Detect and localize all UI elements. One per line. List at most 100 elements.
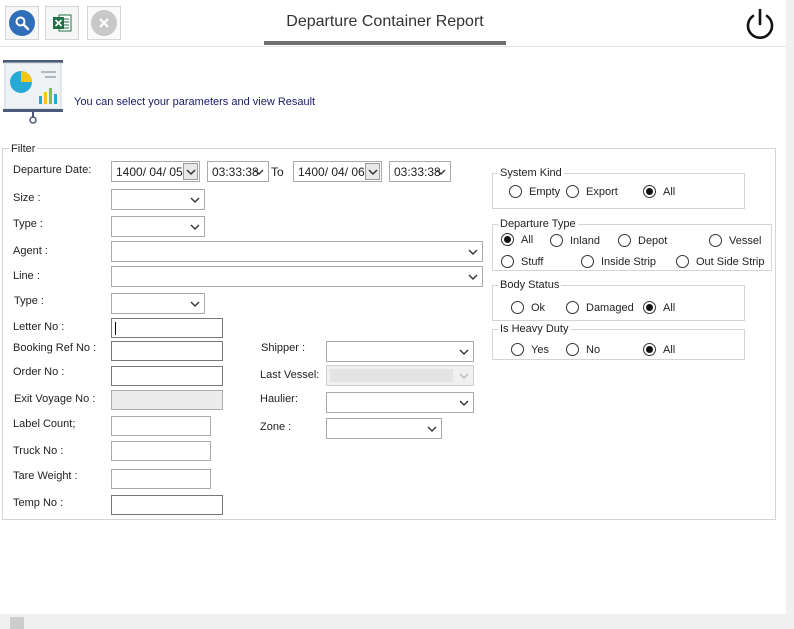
haulier-select[interactable] <box>326 392 474 413</box>
radio-circle <box>676 255 689 268</box>
filter-legend: Filter <box>9 143 38 155</box>
radio-circle <box>509 185 522 198</box>
size-select[interactable] <box>111 189 205 210</box>
report-presentation-icon <box>3 60 63 124</box>
horizontal-scrollbar[interactable] <box>0 614 786 629</box>
system-kind-empty-radio[interactable]: Empty <box>509 185 560 198</box>
line-label: Line : <box>13 270 40 282</box>
body-status-title: Body Status <box>498 279 562 291</box>
radio-label: All <box>663 185 676 198</box>
body-status-ok-radio[interactable]: Ok <box>511 301 545 314</box>
departure-type-title: Departure Type <box>498 218 578 230</box>
departure-type-vessel-radio[interactable]: Vessel <box>709 234 761 247</box>
size-label: Size : <box>13 192 41 204</box>
booking-ref-label: Booking Ref No : <box>13 342 97 354</box>
system-kind-all-radio[interactable]: All <box>643 185 675 198</box>
radio-label: Vessel <box>729 234 762 247</box>
radio-label: Ok <box>531 301 546 314</box>
body-status-damaged-radio[interactable]: Damaged <box>566 301 634 314</box>
text-caret <box>115 322 116 335</box>
title-underline <box>264 41 506 45</box>
radio-circle <box>618 234 631 247</box>
chevron-down-icon <box>427 426 437 432</box>
departure-type-inland-radio[interactable]: Inland <box>550 234 600 247</box>
last-vessel-select <box>326 365 474 386</box>
booking-ref-input[interactable] <box>111 341 223 361</box>
exit-voyage-input <box>111 390 223 410</box>
departure-date-from-picker[interactable]: 1400/ 04/ 05 <box>111 161 200 182</box>
shipper-select[interactable] <box>326 341 474 362</box>
zone-select[interactable] <box>326 418 442 439</box>
last-vessel-label: Last Vessel: <box>260 369 320 381</box>
chevron-down-icon <box>459 400 469 406</box>
scrollbar-thumb[interactable] <box>10 617 24 629</box>
radio-label: All <box>521 233 534 246</box>
toolbar: Departure Container Report <box>0 0 786 47</box>
radio-circle <box>550 234 563 247</box>
radio-circle-checked <box>643 301 656 314</box>
time-to-value: 03:33:38 <box>394 165 441 179</box>
type-label: Type : <box>13 218 43 230</box>
temp-no-input[interactable] <box>111 495 223 515</box>
heavy-duty-title: Is Heavy Duty <box>498 323 571 335</box>
radio-label: Stuff <box>521 255 544 268</box>
line-select[interactable] <box>111 266 483 287</box>
radio-circle-checked <box>643 185 656 198</box>
cancel-button[interactable] <box>87 6 121 40</box>
search-button[interactable] <box>5 6 39 40</box>
radio-label: Out Side Strip <box>696 255 765 268</box>
chevron-down-icon <box>459 373 469 379</box>
departure-type-inside-strip-radio[interactable]: Inside Strip <box>581 255 656 268</box>
chevron-down-icon <box>459 349 469 355</box>
heavy-duty-yes-radio[interactable]: Yes <box>511 343 549 356</box>
heavy-duty-all-radio[interactable]: All <box>643 343 675 356</box>
departure-time-from-picker[interactable]: 03:33:38 <box>207 161 269 182</box>
chevron-down-icon <box>190 301 200 307</box>
vertical-scrollbar[interactable] <box>786 0 794 629</box>
date-to-value: 1400/ 04/ 06 <box>298 165 365 179</box>
tare-weight-input[interactable] <box>111 469 211 489</box>
search-icon <box>9 10 35 36</box>
export-excel-button[interactable] <box>45 6 79 40</box>
order-no-input[interactable] <box>111 366 223 386</box>
departure-type-out-side-strip-radio[interactable]: Out Side Strip <box>676 255 764 268</box>
radio-label: Inside Strip <box>601 255 657 268</box>
time-from-value: 03:33:38 <box>212 165 259 179</box>
departure-date-to-picker[interactable]: 1400/ 04/ 06 <box>293 161 382 182</box>
heavy-duty-no-radio[interactable]: No <box>566 343 600 356</box>
calendar-dropdown-icon[interactable] <box>365 163 380 180</box>
radio-circle <box>566 343 579 356</box>
shipper-label: Shipper : <box>261 342 306 354</box>
chevron-down-icon <box>436 169 446 175</box>
radio-circle-checked <box>501 233 514 246</box>
type-select[interactable] <box>111 216 205 237</box>
radio-label: Depot <box>638 234 668 247</box>
chevron-down-icon <box>190 224 200 230</box>
radio-circle <box>566 301 579 314</box>
chevron-down-icon <box>190 197 200 203</box>
departure-type-stuff-radio[interactable]: Stuff <box>501 255 543 268</box>
letter-no-input[interactable] <box>111 318 223 338</box>
power-icon[interactable] <box>742 7 778 43</box>
body-status-all-radio[interactable]: All <box>643 301 675 314</box>
date-from-value: 1400/ 04/ 05 <box>116 165 183 179</box>
agent-select[interactable] <box>111 241 483 262</box>
label-count-input[interactable] <box>111 416 211 436</box>
chevron-down-icon <box>468 249 478 255</box>
system-kind-title: System Kind <box>498 167 564 179</box>
truck-no-input[interactable] <box>111 441 211 461</box>
radio-circle <box>709 234 722 247</box>
radio-label: Yes <box>531 343 549 356</box>
tare-weight-label: Tare Weight : <box>13 470 78 482</box>
radio-circle <box>511 343 524 356</box>
to-label: To <box>271 165 284 179</box>
calendar-dropdown-icon[interactable] <box>183 163 198 180</box>
system-kind-export-radio[interactable]: Export <box>566 185 618 198</box>
departure-type-depot-radio[interactable]: Depot <box>618 234 667 247</box>
departure-type-all-radio[interactable]: All <box>501 233 533 246</box>
haulier-label: Haulier: <box>260 393 298 405</box>
type2-select[interactable] <box>111 293 205 314</box>
departure-time-to-picker[interactable]: 03:33:38 <box>389 161 451 182</box>
radio-label: Inland <box>570 234 600 247</box>
chevron-down-icon <box>254 169 264 175</box>
